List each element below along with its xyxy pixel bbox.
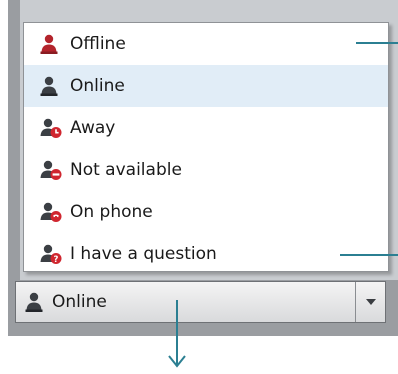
user-online-icon (40, 76, 58, 96)
callout-line-top (356, 42, 398, 44)
dropdown-arrow-button[interactable] (355, 282, 385, 322)
menu-item-label: Online (70, 76, 125, 96)
menu-item-label: Not available (70, 160, 182, 180)
menu-item-label: On phone (70, 202, 153, 222)
user-online-icon (25, 292, 43, 312)
menu-item-online[interactable]: Online (24, 65, 388, 107)
user-offline-icon (40, 34, 58, 54)
user-away-icon (40, 118, 62, 138)
status-picker-screenshot: Offline Online Away Not available On pho… (0, 0, 398, 374)
menu-item-label: I have a question (70, 244, 217, 264)
status-combo-box[interactable]: Online (15, 281, 386, 323)
menu-item-label: Offline (70, 34, 126, 54)
callout-line-bottom (340, 254, 398, 256)
combo-value-label: Online (52, 292, 107, 312)
menu-item-label: Away (70, 118, 116, 138)
user-question-icon: ? (40, 244, 62, 265)
svg-text:?: ? (54, 255, 59, 265)
menu-item-on-phone[interactable]: On phone (24, 191, 388, 233)
menu-item-offline[interactable]: Offline (24, 23, 388, 65)
user-on-phone-icon (40, 202, 62, 222)
menu-item-question[interactable]: ? I have a question (24, 233, 388, 275)
status-dropdown-menu: Offline Online Away Not available On pho… (23, 22, 389, 272)
user-not-available-icon (40, 160, 62, 180)
triangle-down-icon (365, 299, 376, 305)
menu-item-not-available[interactable]: Not available (24, 149, 388, 191)
callout-arrow-down (168, 300, 186, 368)
menu-item-away[interactable]: Away (24, 107, 388, 149)
